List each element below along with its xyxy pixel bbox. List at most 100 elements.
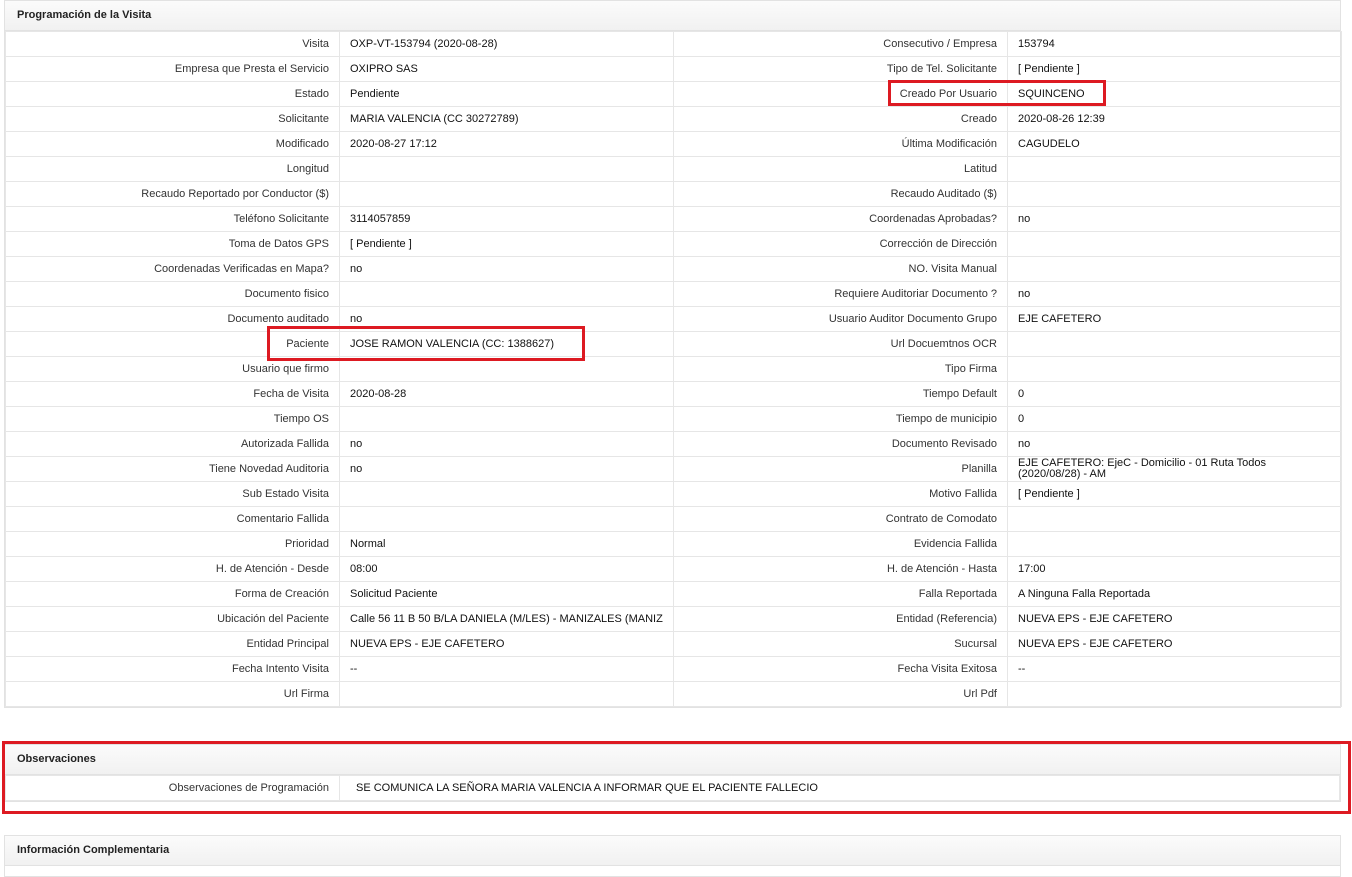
left-field-label: Paciente xyxy=(5,331,340,357)
left-field-label: H. de Atención - Desde xyxy=(5,556,340,582)
detail-row: Fecha Intento Visita -- Fecha Visita Exit… xyxy=(5,656,1342,682)
observations-value: SE COMUNICA LA SEÑORA MARIA VALENCIA A I… xyxy=(339,775,1340,801)
observations-row: Observaciones de Programación SE COMUNIC… xyxy=(5,775,1340,801)
right-field-value xyxy=(1007,156,1342,182)
left-field-label: Url Firma xyxy=(5,681,340,707)
detail-row: Toma de Datos GPS[ Pendiente ] Corrección… xyxy=(5,231,1342,257)
detail-row: Autorizada Fallida no Documento Revisado … xyxy=(5,431,1342,457)
left-field-label: Recaudo Reportado por Conductor ($) xyxy=(5,181,340,207)
detail-row: Tiempo OS Tiempo de municipio 0 xyxy=(5,406,1342,432)
detail-row: Teléfono Solicitante 3114057859 Coordenada… xyxy=(5,206,1342,232)
right-field-value xyxy=(1007,181,1342,207)
right-field-label: NO. Visita Manual xyxy=(673,256,1008,282)
right-field-value: 0 xyxy=(1007,406,1342,432)
detail-row: Sub Estado Visita Motivo Fallida[ Pendien… xyxy=(5,481,1342,507)
right-field-label: Consecutivo / Empresa xyxy=(673,31,1008,57)
right-field-value xyxy=(1007,356,1342,382)
right-field-value: 153794 xyxy=(1007,31,1342,57)
right-field-value: no xyxy=(1007,431,1342,457)
visit-details-table: Visita OXP-VT-153794 (2020-08-28) Consecut… xyxy=(5,31,1342,707)
right-field-label: Creado xyxy=(673,106,1008,132)
left-field-value: Solicitud Paciente xyxy=(339,581,674,607)
left-field-value: 3114057859 xyxy=(339,206,674,232)
left-field-label: Teléfono Solicitante xyxy=(5,206,340,232)
left-field-value: Calle 56 11 B 50 B/LA DANIELA (M/LES) - … xyxy=(339,606,674,632)
right-field-value: SQUINCENO xyxy=(1007,81,1342,107)
detail-row: Visita OXP-VT-153794 (2020-08-28) Consecut… xyxy=(5,31,1342,57)
right-field-value: no xyxy=(1007,281,1342,307)
detail-row: Documento auditado no Usuario Auditor Doc… xyxy=(5,306,1342,332)
right-field-label: Documento Revisado xyxy=(673,431,1008,457)
left-field-value: JOSE RAMON VALENCIA (CC: 1388627) xyxy=(339,331,674,357)
right-field-value xyxy=(1007,231,1342,257)
right-field-value: [ Pendiente ] xyxy=(1007,56,1342,82)
left-field-label: Comentario Fallida xyxy=(5,506,340,532)
detail-row: Comentario Fallida Contrato de Comodato xyxy=(5,506,1342,532)
right-field-value: A Ninguna Falla Reportada xyxy=(1007,581,1342,607)
left-field-label: Visita xyxy=(5,31,340,57)
detail-row: Prioridad Normal Evidencia Fallida xyxy=(5,531,1342,557)
right-field-value: -- xyxy=(1007,656,1342,682)
right-field-label: Url Pdf xyxy=(673,681,1008,707)
right-field-label: Última Modificación xyxy=(673,131,1008,157)
left-field-value: NUEVA EPS - EJE CAFETERO xyxy=(339,631,674,657)
right-field-value: CAGUDELO xyxy=(1007,131,1342,157)
right-field-label: Requiere Auditoriar Documento ? xyxy=(673,281,1008,307)
detail-row: Forma de Creación Solicitud Paciente Falla… xyxy=(5,581,1342,607)
right-field-label: Url Docuemtnos OCR xyxy=(673,331,1008,357)
left-field-value xyxy=(339,181,674,207)
detail-row: Modificado 2020-08-27 17:12 Última Modific… xyxy=(5,131,1342,157)
left-field-label: Longitud xyxy=(5,156,340,182)
right-field-value: 0 xyxy=(1007,381,1342,407)
left-field-value xyxy=(339,506,674,532)
detail-row: Entidad Principal NUEVA EPS - EJE CAFETER… xyxy=(5,631,1342,657)
right-field-label: Usuario Auditor Documento Grupo xyxy=(673,306,1008,332)
left-field-label: Usuario que firmo xyxy=(5,356,340,382)
observations-table: Observaciones de Programación SE COMUNIC… xyxy=(5,775,1340,801)
right-field-value: NUEVA EPS - EJE CAFETERO xyxy=(1007,606,1342,632)
left-field-value: OXP-VT-153794 (2020-08-28) xyxy=(339,31,674,57)
left-field-label: Fecha de Visita xyxy=(5,381,340,407)
right-field-label: Tipo Firma xyxy=(673,356,1008,382)
detail-row: Ubicación del Paciente Calle 56 11 B 50 B… xyxy=(5,606,1342,632)
left-field-value xyxy=(339,156,674,182)
left-field-value: Normal xyxy=(339,531,674,557)
right-field-value: EJE CAFETERO xyxy=(1007,306,1342,332)
left-field-value: OXIPRO SAS xyxy=(339,56,674,82)
left-field-value: [ Pendiente ] xyxy=(339,231,674,257)
left-field-label: Ubicación del Paciente xyxy=(5,606,340,632)
detail-row: Coordenadas Verificadas en Mapa? no NO. V… xyxy=(5,256,1342,282)
right-field-label: Coordenadas Aprobadas? xyxy=(673,206,1008,232)
left-field-label: Entidad Principal xyxy=(5,631,340,657)
left-field-label: Modificado xyxy=(5,131,340,157)
right-field-value xyxy=(1007,256,1342,282)
left-field-label: Empresa que Presta el Servicio xyxy=(5,56,340,82)
left-field-value: Pendiente xyxy=(339,81,674,107)
detail-row: Empresa que Presta el Servicio OXIPRO SAS… xyxy=(5,56,1342,82)
left-field-value: 08:00 xyxy=(339,556,674,582)
left-field-value xyxy=(339,481,674,507)
detail-row: Usuario que firmo Tipo Firma xyxy=(5,356,1342,382)
visit-programming-title: Programación de la Visita xyxy=(5,1,1340,31)
left-field-value: 2020-08-28 xyxy=(339,381,674,407)
right-field-label: Tiempo Default xyxy=(673,381,1008,407)
observations-label: Observaciones de Programación xyxy=(5,775,340,801)
right-field-label: Evidencia Fallida xyxy=(673,531,1008,557)
right-field-label: Latitud xyxy=(673,156,1008,182)
right-field-value xyxy=(1007,531,1342,557)
left-field-value xyxy=(339,356,674,382)
observations-title: Observaciones xyxy=(5,745,1340,775)
right-field-label: Entidad (Referencia) xyxy=(673,606,1008,632)
right-field-label: H. de Atención - Hasta xyxy=(673,556,1008,582)
left-field-value: no xyxy=(339,456,674,482)
left-field-value xyxy=(339,406,674,432)
detail-row: Longitud Latitud xyxy=(5,156,1342,182)
observations-panel: Observaciones Observaciones de Programac… xyxy=(4,744,1341,802)
right-field-value: 2020-08-26 12:39 xyxy=(1007,106,1342,132)
right-field-label: Contrato de Comodato xyxy=(673,506,1008,532)
detail-row: Estado Pendiente Creado Por Usuario SQUINCE… xyxy=(5,81,1342,107)
right-field-label: Tiempo de municipio xyxy=(673,406,1008,432)
detail-row: Solicitante MARIA VALENCIA (CC 30272789) C… xyxy=(5,106,1342,132)
right-field-label: Creado Por Usuario xyxy=(673,81,1008,107)
visit-programming-panel: Programación de la Visita Visita OXP-VT-1… xyxy=(4,0,1342,708)
